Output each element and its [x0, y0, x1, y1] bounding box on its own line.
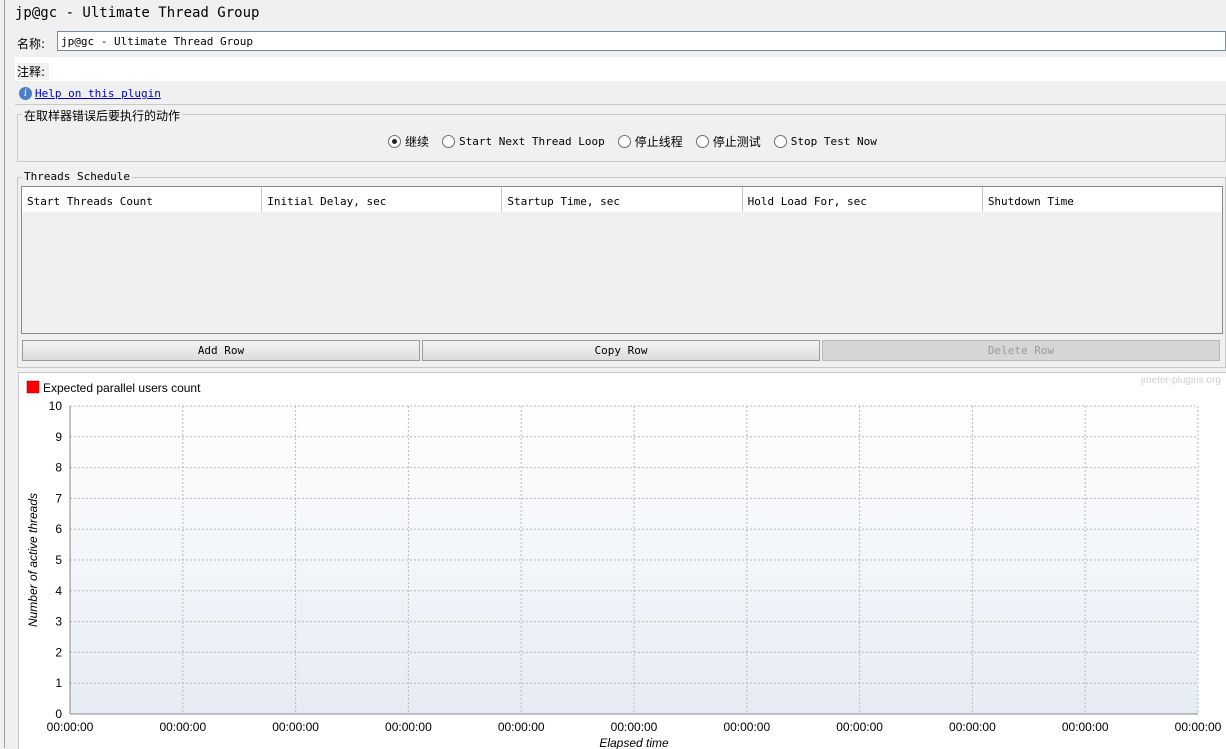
delete-row-button[interactable]: Delete Row — [822, 340, 1220, 361]
x-tick-label: 00:00:00 — [385, 720, 432, 734]
copy-row-button[interactable]: Copy Row — [422, 340, 820, 361]
comment-row[interactable]: 注释: — [15, 57, 1226, 81]
y-tick-label: 0 — [55, 707, 62, 721]
x-tick-label: 00:00:00 — [1062, 720, 1109, 734]
x-tick-label: 00:00:00 — [611, 720, 658, 734]
legend-swatch — [26, 380, 40, 394]
y-tick-label: 10 — [49, 399, 63, 413]
help-link-row[interactable]: i Help on this plugin — [19, 87, 161, 100]
x-axis-title: Elapsed time — [599, 736, 669, 749]
radio-icon — [442, 135, 456, 148]
column-header[interactable]: Initial Delay, sec — [262, 187, 503, 212]
left-border — [4, 0, 5, 748]
x-tick-label: 00:00:00 — [272, 720, 319, 734]
chart-svg: 0 1 2 3 4 5 6 7 8 9 10 00:00:00 00:00:00 00:00:00 00:0… — [26, 375, 1222, 749]
y-tick-label: 3 — [55, 615, 62, 629]
y-tick-label: 7 — [55, 491, 62, 505]
name-label: 名称: — [17, 37, 46, 51]
name-row: 名称: — [15, 31, 1226, 53]
error-action-options: 继续 Start Next Thread Loop 停止线程 停止测试 Stop… — [388, 133, 890, 150]
y-tick-label: 1 — [55, 676, 62, 690]
radio-stop-thread[interactable]: 停止线程 — [617, 133, 683, 150]
column-header[interactable]: Hold Load For, sec — [742, 187, 983, 212]
x-tick-label: 00:00:00 — [159, 720, 206, 734]
y-tick-label: 4 — [55, 584, 62, 598]
radio-icon — [695, 135, 709, 148]
error-action-legend: 在取样器错误后要执行的动作 — [22, 107, 183, 124]
x-tick-label: 00:00:00 — [47, 720, 94, 734]
x-tick-label: 00:00:00 — [949, 720, 996, 734]
y-tick-label: 9 — [55, 430, 62, 444]
comment-label: 注释: — [17, 63, 50, 80]
y-axis-title: Number of active threads — [26, 493, 40, 627]
add-row-button[interactable]: Add Row — [22, 340, 420, 361]
y-tick-label: 5 — [55, 553, 62, 567]
y-tick-label: 8 — [55, 461, 62, 475]
threads-chart: 0 1 2 3 4 5 6 7 8 9 10 00:00:00 00:00:00 00:00:00 00:0… — [18, 372, 1226, 749]
watermark: jmeter-plugins.org — [1140, 375, 1221, 386]
column-header[interactable]: Start Threads Count — [22, 187, 263, 212]
threads-schedule-legend: Threads Schedule — [22, 170, 132, 183]
radio-start-next-loop[interactable]: Start Next Thread Loop — [442, 135, 605, 148]
radio-icon — [773, 135, 787, 148]
schedule-table-header: Start Threads Count Initial Delay, sec S… — [22, 187, 1223, 212]
y-tick-label: 2 — [55, 645, 62, 659]
info-icon: i — [19, 87, 32, 100]
radio-continue[interactable]: 继续 — [388, 133, 429, 150]
radio-icon — [617, 135, 631, 148]
radio-stop-test-now[interactable]: Stop Test Now — [773, 135, 877, 148]
schedule-buttons: Add Row Copy Row Delete Row — [22, 340, 1220, 361]
column-header[interactable]: Startup Time, sec — [502, 187, 743, 212]
column-header[interactable]: Shutdown Time — [982, 187, 1223, 212]
x-tick-label: 00:00:00 — [836, 720, 883, 734]
legend-label: Expected parallel users count — [43, 381, 201, 395]
x-tick-label: 00:00:00 — [498, 720, 545, 734]
y-tick-label: 6 — [55, 522, 62, 536]
help-link[interactable]: Help on this plugin — [35, 87, 161, 100]
divider — [15, 104, 1226, 105]
radio-stop-test[interactable]: 停止测试 — [695, 133, 761, 150]
panel-title: jp@gc - Ultimate Thread Group — [15, 5, 260, 21]
name-input[interactable] — [57, 31, 1226, 51]
radio-selected-icon — [388, 135, 401, 148]
x-tick-label: 00:00:00 — [1175, 720, 1222, 734]
schedule-table[interactable]: Start Threads Count Initial Delay, sec S… — [21, 186, 1223, 334]
x-tick-label: 00:00:00 — [723, 720, 770, 734]
